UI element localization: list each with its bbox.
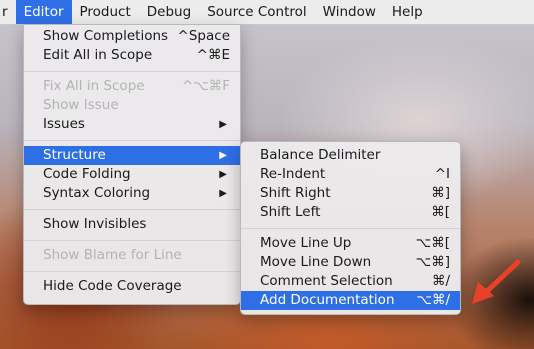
- menu-item-move-line-down[interactable]: Move Line Down ⌥⌘]: [241, 253, 460, 272]
- menu-item-show-invisibles[interactable]: Show Invisibles: [24, 215, 240, 234]
- menu-item-label: Syntax Coloring: [43, 185, 151, 201]
- menu-item-comment-selection[interactable]: Comment Selection ⌘/: [241, 272, 460, 291]
- callout-arrow-icon: [472, 259, 521, 304]
- menu-item-shortcut: ^⌥⌘F: [181, 78, 230, 94]
- menu-item-label: Re-Indent: [260, 166, 326, 182]
- editor-menu: Show Completions ^Space Edit All in Scop…: [23, 24, 241, 305]
- menu-item-shortcut: ^⌘E: [196, 47, 230, 63]
- menu-item-shift-left[interactable]: Shift Left ⌘[: [241, 203, 460, 222]
- submenu-arrow-icon: ▶: [219, 119, 227, 130]
- menu-separator: [24, 240, 240, 241]
- menu-separator: [24, 271, 240, 272]
- menu-item-shortcut: ⌘[: [431, 204, 450, 220]
- menu-bar: r Editor Product Debug Source Control Wi…: [0, 0, 534, 25]
- menu-item-shift-right[interactable]: Shift Right ⌘]: [241, 184, 460, 203]
- menu-item-show-issue[interactable]: Show Issue: [24, 96, 240, 115]
- menu-separator: [24, 71, 240, 72]
- submenu-arrow-icon: ▶: [219, 169, 227, 180]
- menu-item-label: Comment Selection: [260, 273, 393, 289]
- menu-item-show-blame-for-line[interactable]: Show Blame for Line: [24, 246, 240, 265]
- menu-item-label: Balance Delimiter: [260, 147, 381, 163]
- menubar-item-window[interactable]: Window: [315, 0, 384, 24]
- menubar-item-debug[interactable]: Debug: [139, 0, 199, 24]
- menubar-item-product[interactable]: Product: [72, 0, 139, 24]
- submenu-arrow-icon: ▶: [219, 188, 227, 199]
- menubar-item-source-control[interactable]: Source Control: [199, 0, 314, 24]
- menu-item-label: Structure: [43, 147, 106, 163]
- menu-item-re-indent[interactable]: Re-Indent ^I: [241, 165, 460, 184]
- menu-separator: [241, 228, 460, 229]
- menu-item-label: Fix All in Scope: [43, 78, 145, 94]
- menu-item-label: Show Blame for Line: [43, 247, 182, 263]
- menu-item-add-documentation[interactable]: Add Documentation ⌥⌘/: [241, 291, 460, 310]
- menu-item-hide-code-coverage[interactable]: Hide Code Coverage: [24, 277, 240, 296]
- submenu-arrow-icon: ▶: [219, 150, 227, 161]
- menu-item-syntax-coloring[interactable]: Syntax Coloring ▶: [24, 184, 240, 203]
- menubar-item-editor[interactable]: Editor: [15, 0, 72, 24]
- menu-item-fix-all-in-scope[interactable]: Fix All in Scope ^⌥⌘F: [24, 77, 240, 96]
- menu-item-label: Shift Left: [260, 204, 321, 220]
- menu-item-label: Issues: [43, 116, 85, 132]
- menu-item-shortcut: ⌥⌘]: [415, 254, 450, 270]
- menu-item-shortcut: ⌘/: [431, 273, 450, 289]
- menu-item-label: Show Invisibles: [43, 216, 147, 232]
- menu-item-shortcut: ^Space: [177, 28, 230, 44]
- menu-item-label: Edit All in Scope: [43, 47, 153, 63]
- menu-item-edit-all-in-scope[interactable]: Edit All in Scope ^⌘E: [24, 46, 240, 65]
- menu-item-label: Code Folding: [43, 166, 131, 182]
- menu-item-shortcut: ⌥⌘[: [415, 235, 450, 251]
- menu-item-move-line-up[interactable]: Move Line Up ⌥⌘[: [241, 234, 460, 253]
- menu-item-issues[interactable]: Issues ▶: [24, 115, 240, 134]
- menu-item-balance-delimiter[interactable]: Balance Delimiter: [241, 146, 460, 165]
- menu-separator: [24, 140, 240, 141]
- menu-item-show-completions[interactable]: Show Completions ^Space: [24, 27, 240, 46]
- menu-item-shortcut: ⌘]: [431, 185, 450, 201]
- menu-separator: [24, 209, 240, 210]
- menu-item-shortcut: ^I: [434, 166, 450, 182]
- menu-item-shortcut: ⌥⌘/: [416, 292, 450, 308]
- menu-item-structure[interactable]: Structure ▶: [24, 146, 240, 165]
- menu-item-label: Move Line Down: [260, 254, 372, 270]
- menu-item-label: Show Issue: [43, 97, 119, 113]
- menubar-item-help[interactable]: Help: [384, 0, 431, 24]
- menu-item-label: Hide Code Coverage: [43, 278, 182, 294]
- structure-submenu: Balance Delimiter Re-Indent ^I Shift Rig…: [240, 141, 461, 315]
- menu-item-label: Move Line Up: [260, 235, 352, 251]
- menu-item-label: Shift Right: [260, 185, 331, 201]
- menu-item-label: Add Documentation: [260, 292, 395, 308]
- menu-item-label: Show Completions: [43, 28, 169, 44]
- menubar-item-partial[interactable]: r: [0, 0, 16, 24]
- menu-item-code-folding[interactable]: Code Folding ▶: [24, 165, 240, 184]
